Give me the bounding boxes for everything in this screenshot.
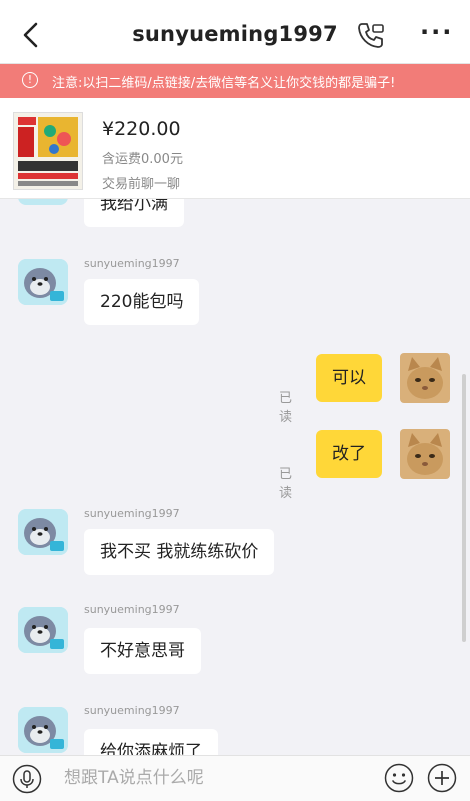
avatar[interactable] bbox=[18, 259, 68, 305]
sender-name: sunyueming1997 bbox=[84, 704, 180, 717]
avatar[interactable] bbox=[18, 199, 68, 205]
sender-name: sunyueming1997 bbox=[84, 507, 180, 520]
read-status: 已读 bbox=[279, 391, 293, 425]
chat-before-deal: 交易前聊一聊 bbox=[102, 177, 181, 192]
product-thumbnail[interactable] bbox=[13, 112, 83, 190]
warning-icon: ! bbox=[22, 72, 38, 88]
product-price: ¥220.00 bbox=[102, 118, 181, 140]
scam-warning-banner: ! 注意:以扫二维码/点链接/去微信等名义让你交钱的都是骗子! bbox=[0, 64, 470, 98]
sender-name: sunyueming1997 bbox=[84, 257, 180, 270]
avatar[interactable] bbox=[400, 429, 450, 479]
shipping-info: 含运费0.00元 bbox=[102, 152, 183, 167]
warning-text: 注意:以扫二维码/点链接/去微信等名义让你交钱的都是骗子! bbox=[52, 76, 396, 91]
avatar[interactable] bbox=[18, 707, 68, 753]
avatar[interactable] bbox=[18, 607, 68, 653]
avatar[interactable] bbox=[400, 353, 450, 403]
mic-icon[interactable] bbox=[12, 764, 42, 794]
emoji-icon[interactable] bbox=[384, 763, 414, 793]
message-bubble[interactable]: 改了 bbox=[316, 430, 382, 478]
chat-title: sunyueming1997 bbox=[132, 22, 338, 46]
product-card[interactable]: ¥220.00 含运费0.00元 交易前聊一聊 bbox=[0, 98, 470, 199]
status-bar bbox=[0, 0, 470, 8]
chat-header: sunyueming1997 ··· bbox=[0, 8, 470, 64]
message-bubble[interactable]: 可以 bbox=[316, 354, 382, 402]
message-bubble[interactable]: 220能包吗 bbox=[84, 279, 200, 325]
avatar[interactable] bbox=[18, 509, 68, 555]
plus-icon[interactable] bbox=[427, 763, 457, 793]
message-list[interactable]: 我给小满 sunyueming1997 220能包吗 已读 可以 已读 改了 s… bbox=[0, 199, 470, 755]
message-bubble[interactable]: 我不买 我就练练砍价 bbox=[84, 529, 275, 575]
message-bubble[interactable]: 我给小满 bbox=[84, 199, 184, 227]
message-bubble[interactable]: 给你添麻烦了 bbox=[84, 729, 218, 755]
read-status: 已读 bbox=[279, 467, 293, 501]
message-bubble[interactable]: 不好意思哥 bbox=[84, 628, 201, 674]
message-input[interactable]: 想跟TA说点什么呢 bbox=[54, 762, 364, 794]
scrollbar[interactable] bbox=[462, 374, 466, 642]
phone-icon[interactable] bbox=[356, 20, 386, 50]
sender-name: sunyueming1997 bbox=[84, 603, 180, 616]
input-bar: 想跟TA说点什么呢 bbox=[0, 755, 470, 801]
more-icon[interactable]: ··· bbox=[420, 20, 452, 48]
